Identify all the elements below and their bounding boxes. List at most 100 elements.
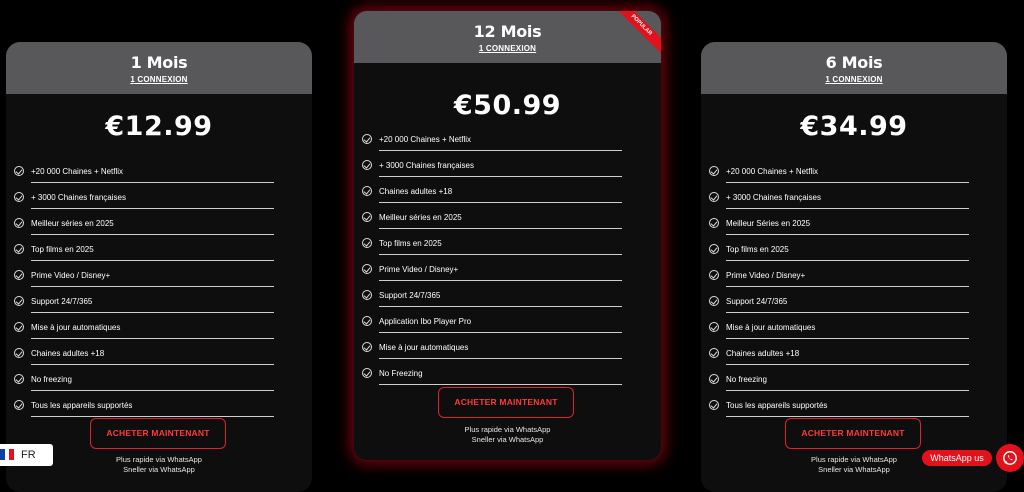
feature-divider [379, 384, 622, 385]
plan-price: €50.99 [453, 90, 562, 121]
feature-divider [379, 202, 622, 203]
pricing-card-12-mois: 12 Mois 1 CONNEXION POPULAR €50.99 +20 0… [353, 10, 662, 461]
check-circle-icon [362, 134, 372, 144]
whatsapp-label[interactable]: WhatsApp us [922, 450, 992, 466]
feature-divider [726, 312, 969, 313]
buy-now-button[interactable]: ACHETER MAINTENANT [785, 418, 921, 449]
feature-text: Support 24/7/365 [31, 297, 93, 306]
feature-item: Top films en 2025 [701, 240, 1007, 266]
feature-item: + 3000 Chaines françaises [354, 156, 661, 182]
feature-text: Prime Video / Disney+ [31, 271, 111, 280]
feature-text: Meilleur séries en 2025 [379, 213, 462, 222]
feature-text: Chaines adultes +18 [379, 187, 453, 196]
feature-text: No freezing [31, 375, 72, 384]
feature-divider [31, 312, 274, 313]
plan-title: 1 Mois [130, 53, 188, 72]
feature-divider [31, 182, 274, 183]
feature-divider [726, 234, 969, 235]
feature-text: Top films en 2025 [379, 239, 442, 248]
plan-price: €34.99 [800, 111, 908, 142]
pricing-card-6-mois: 6 Mois 1 CONNEXION €34.99 +20 000 Chaine… [701, 42, 1007, 492]
feature-text: + 3000 Chaines françaises [31, 193, 126, 202]
check-circle-icon [14, 192, 24, 202]
note-line-2: Sneller via WhatsApp [123, 465, 195, 474]
plan-title: 6 Mois [825, 53, 883, 72]
feature-item: Mise à jour automatiques [6, 318, 312, 344]
plan-price: €12.99 [105, 111, 213, 142]
feature-text: Top films en 2025 [31, 245, 94, 254]
card-header: 1 Mois 1 CONNEXION [6, 42, 312, 94]
language-selector[interactable]: FR [0, 444, 53, 466]
feature-item: Top films en 2025 [6, 240, 312, 266]
whatsapp-note: Plus rapide via WhatsApp Sneller via Wha… [354, 425, 661, 445]
feature-divider [726, 208, 969, 209]
check-circle-icon [709, 296, 719, 306]
check-circle-icon [709, 166, 719, 176]
feature-divider [31, 416, 274, 417]
france-flag-icon [0, 449, 14, 460]
note-line-1: Plus rapide via WhatsApp [464, 425, 551, 434]
feature-text: Mise à jour automatiques [31, 323, 121, 332]
feature-divider [379, 254, 622, 255]
check-circle-icon [362, 342, 372, 352]
check-circle-icon [14, 400, 24, 410]
feature-text: Mise à jour automatiques [379, 343, 469, 352]
check-circle-icon [362, 160, 372, 170]
feature-text: No freezing [726, 375, 767, 384]
feature-text: Chaines adultes +18 [31, 349, 105, 358]
feature-item: Meilleur séries en 2025 [6, 214, 312, 240]
feature-text: Tous les appareils supportés [726, 401, 828, 410]
feature-text: Meilleur Séries en 2025 [726, 219, 811, 228]
feature-item: Support 24/7/365 [701, 292, 1007, 318]
feature-divider [726, 182, 969, 183]
feature-divider [31, 234, 274, 235]
check-circle-icon [362, 316, 372, 326]
check-circle-icon [362, 238, 372, 248]
plan-connections: 1 CONNEXION [825, 75, 883, 84]
feature-text: + 3000 Chaines françaises [379, 161, 474, 170]
feature-item: Chaines adultes +18 [701, 344, 1007, 370]
check-circle-icon [362, 368, 372, 378]
feature-list: +20 000 Chaines + Netflix + 3000 Chaines … [701, 162, 1007, 422]
check-circle-icon [14, 218, 24, 228]
feature-item: + 3000 Chaines françaises [6, 188, 312, 214]
pricing-card-1-mois: 1 Mois 1 CONNEXION €12.99 +20 000 Chaine… [6, 42, 312, 492]
feature-item: No freezing [701, 370, 1007, 396]
feature-item: Prime Video / Disney+ [701, 266, 1007, 292]
feature-text: +20 000 Chaines + Netflix [726, 167, 819, 176]
check-circle-icon [14, 296, 24, 306]
feature-divider [31, 338, 274, 339]
feature-text: +20 000 Chaines + Netflix [379, 135, 472, 144]
buy-now-button[interactable]: ACHETER MAINTENANT [438, 387, 574, 418]
whatsapp-button[interactable] [996, 444, 1024, 472]
feature-item: Top films en 2025 [354, 234, 661, 260]
feature-item: +20 000 Chaines + Netflix [701, 162, 1007, 188]
note-line-2: Sneller via WhatsApp [818, 465, 890, 474]
feature-divider [31, 260, 274, 261]
plan-connections: 1 CONNEXION [130, 75, 188, 84]
feature-divider [726, 286, 969, 287]
check-circle-icon [14, 244, 24, 254]
feature-text: Mise à jour automatiques [726, 323, 816, 332]
feature-divider [379, 228, 622, 229]
check-circle-icon [14, 322, 24, 332]
check-circle-icon [362, 212, 372, 222]
feature-item: Mise à jour automatiques [701, 318, 1007, 344]
feature-item: +20 000 Chaines + Netflix [354, 130, 661, 156]
feature-divider [379, 332, 622, 333]
feature-item: Mise à jour automatiques [354, 338, 661, 364]
feature-divider [31, 364, 274, 365]
check-circle-icon [709, 218, 719, 228]
buy-now-button[interactable]: ACHETER MAINTENANT [90, 418, 226, 449]
feature-divider [31, 390, 274, 391]
feature-item: + 3000 Chaines françaises [701, 188, 1007, 214]
feature-list: +20 000 Chaines + Netflix + 3000 Chaines … [354, 130, 661, 390]
whatsapp-icon [1003, 451, 1017, 465]
check-circle-icon [709, 348, 719, 358]
feature-text: + 3000 Chaines françaises [726, 193, 821, 202]
feature-divider [31, 286, 274, 287]
check-circle-icon [709, 270, 719, 280]
feature-text: Chaines adultes +18 [726, 349, 800, 358]
feature-item: Meilleur Séries en 2025 [701, 214, 1007, 240]
check-circle-icon [709, 322, 719, 332]
